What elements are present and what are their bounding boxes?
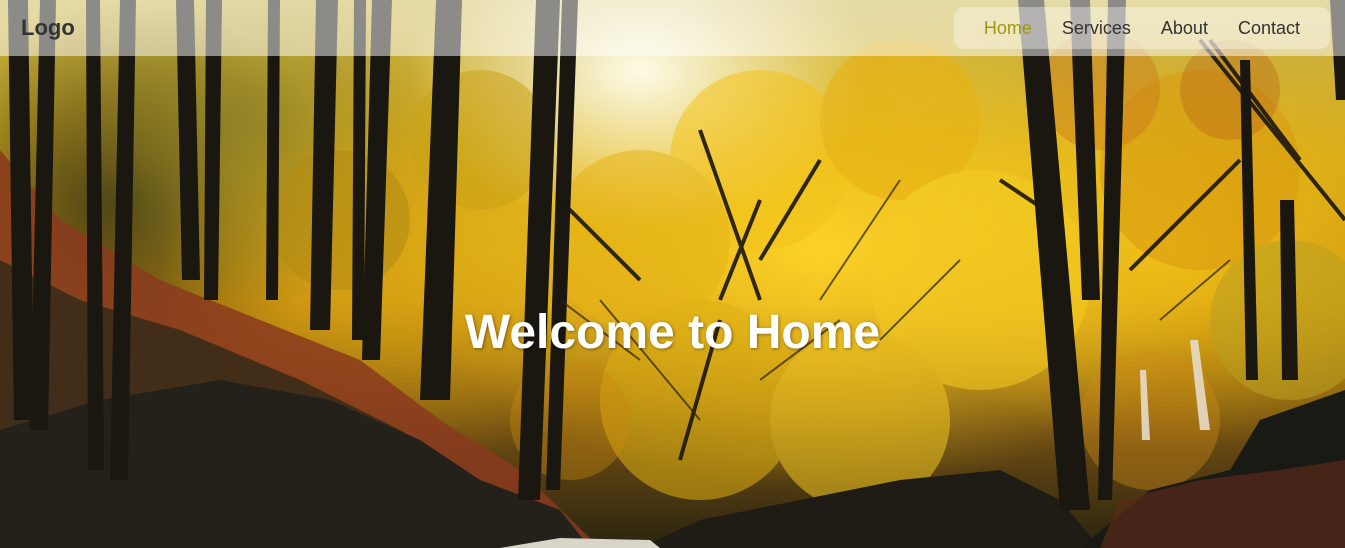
hero-title: Welcome to Home — [464, 306, 881, 359]
nav-link-home[interactable]: Home — [969, 7, 1047, 49]
nav-link-services[interactable]: Services — [1047, 7, 1146, 49]
forest-background-image — [0, 0, 1345, 548]
navbar: Logo Home Services About Contact — [0, 0, 1345, 56]
logo[interactable]: Logo — [21, 15, 75, 41]
hero-section — [0, 0, 1345, 548]
nav-links: Home Services About Contact — [953, 7, 1330, 49]
nav-link-about[interactable]: About — [1146, 7, 1223, 49]
nav-link-contact[interactable]: Contact — [1223, 7, 1315, 49]
